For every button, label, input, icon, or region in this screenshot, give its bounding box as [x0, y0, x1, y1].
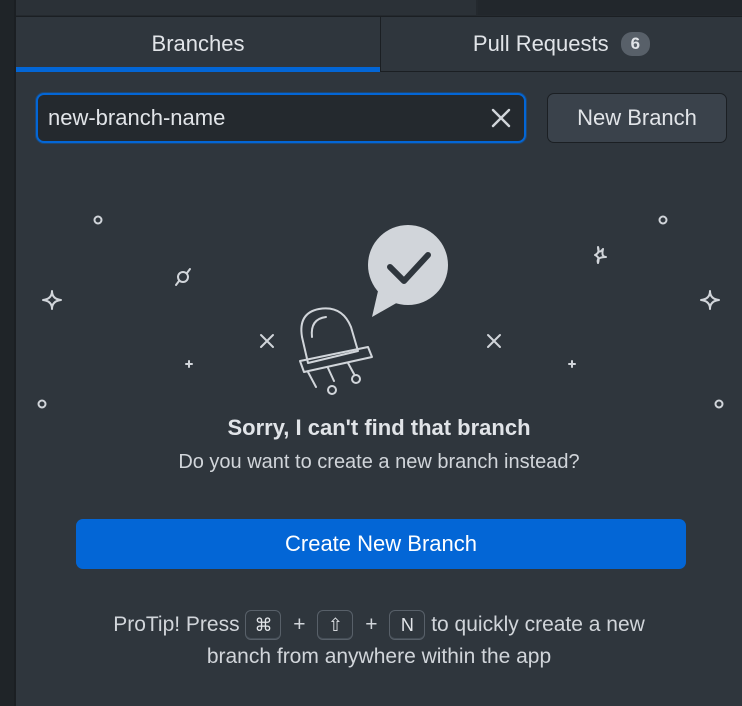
sparkle-diamond-icon [594, 246, 607, 264]
tab-bar: Branches Pull Requests 6 [16, 17, 742, 72]
sparkle-x-icon [260, 334, 274, 348]
tab-branches-label: Branches [151, 31, 245, 56]
protip: ProTip! Press ⌘ + ⇧ + N to quickly creat… [16, 609, 742, 673]
top-strip-segment [478, 0, 742, 15]
top-strip [16, 0, 742, 16]
sparkle-plus-icon [185, 360, 193, 368]
tab-pull-requests[interactable]: Pull Requests 6 [381, 17, 742, 71]
protip-line-1: ProTip! Press ⌘ + ⇧ + N to quickly creat… [16, 609, 742, 641]
lightbulb-icon [299, 307, 373, 395]
command-key-icon: ⌘ [245, 610, 282, 641]
shift-key-icon: ⇧ [317, 610, 354, 641]
protip-prefix: ProTip! Press [113, 613, 240, 636]
tab-pull-requests-label: Pull Requests [472, 31, 609, 56]
protip-plus: + [293, 613, 306, 636]
branch-filter-row: New Branch [36, 93, 727, 143]
sparkle-dot-icon [658, 215, 668, 225]
sparkle-star-icon [700, 290, 720, 310]
empty-branch-illustration [37, 215, 724, 409]
top-strip-segment [16, 0, 476, 15]
n-key: N [389, 610, 426, 641]
create-new-branch-button[interactable]: Create New Branch [76, 519, 686, 569]
speech-bubble-check-icon [368, 225, 448, 317]
branches-panel: Branches Pull Requests 6 New Branch [16, 16, 742, 706]
empty-state-title: Sorry, I can't find that branch [227, 415, 531, 440]
empty-state-subtitle: Do you want to create a new branch inste… [178, 451, 580, 473]
sparkle-plus-icon [568, 360, 576, 368]
side-strip [0, 0, 16, 706]
close-icon [491, 108, 511, 128]
protip-suffix: to quickly create a new [431, 613, 645, 636]
sparkle-x-icon [487, 334, 501, 348]
app-frame: Branches Pull Requests 6 New Branch [0, 0, 742, 706]
clear-filter-button[interactable] [488, 105, 514, 131]
protip-line-2: branch from anywhere within the app [206, 645, 552, 668]
branch-filter-box [36, 93, 526, 143]
sparkle-dot-icon [714, 399, 724, 409]
sparkle-star-icon [42, 290, 62, 310]
sparkle-dot-icon [93, 215, 103, 225]
new-branch-button[interactable]: New Branch [547, 93, 727, 143]
protip-plus: + [365, 613, 378, 636]
tab-branches[interactable]: Branches [16, 17, 381, 72]
active-tab-indicator [16, 67, 380, 72]
branch-filter-input[interactable] [48, 102, 468, 134]
sparkle-dot-icon [37, 399, 47, 409]
pull-requests-count-badge: 6 [620, 32, 651, 56]
